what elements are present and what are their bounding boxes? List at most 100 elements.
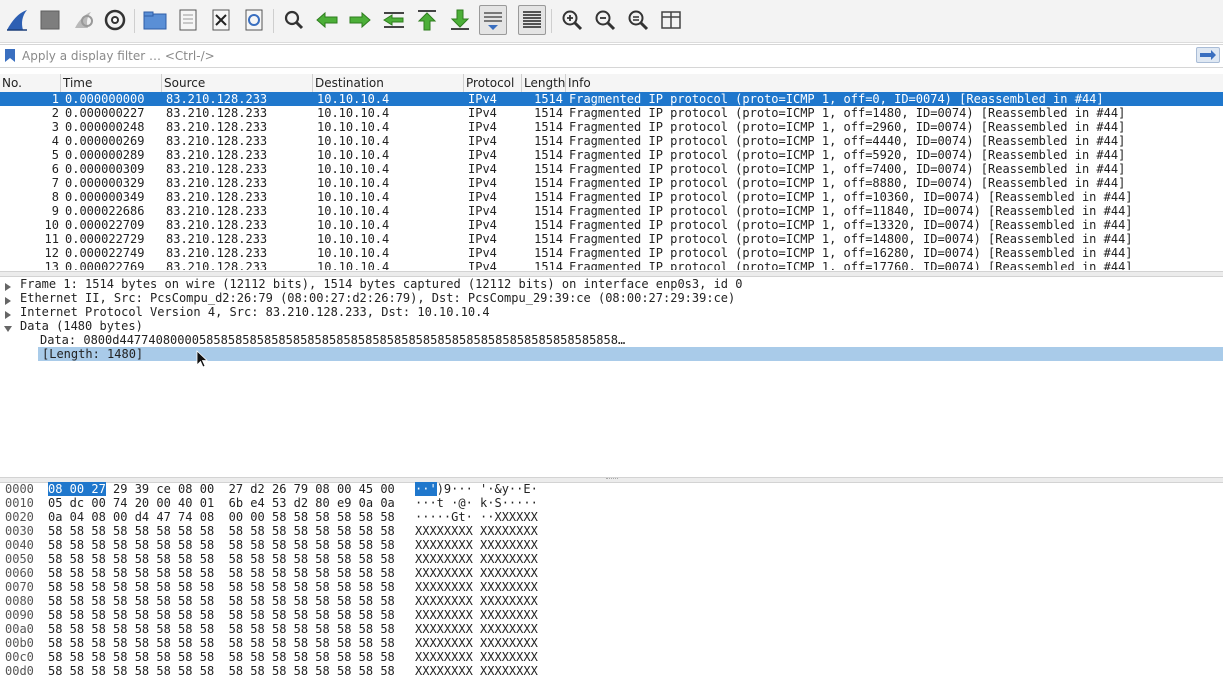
hex-ascii[interactable]: XXXXXXXX XXXXXXXX [415, 524, 538, 538]
column-header-source[interactable]: Source [162, 74, 313, 92]
column-header-destination[interactable]: Destination [313, 74, 464, 92]
hex-ascii[interactable]: XXXXXXXX XXXXXXXX [415, 650, 538, 664]
hex-bytes[interactable]: 58 58 58 58 58 58 58 58 58 58 58 58 58 5… [48, 664, 395, 678]
hex-ascii[interactable]: ·····Gt· ··XXXXXX [415, 510, 538, 524]
packet-row[interactable]: 3 0.000000248 83.210.128.233 10.10.10.4 IPv4… [0, 120, 1223, 134]
packet-cell-len: 1514 [534, 162, 563, 176]
collapsed-arrow-icon[interactable] [4, 280, 12, 291]
hex-bytes[interactable]: 58 58 58 58 58 58 58 58 58 58 58 58 58 5… [48, 608, 395, 622]
colorize-icon[interactable] [518, 5, 546, 35]
hex-ascii[interactable]: XXXXXXXX XXXXXXXX [415, 566, 538, 580]
hex-bytes[interactable]: 0a 04 08 00 d4 47 74 08 00 00 58 58 58 5… [48, 510, 395, 524]
hex-bytes[interactable]: 58 58 58 58 58 58 58 58 58 58 58 58 58 5… [48, 622, 395, 636]
apply-filter-button[interactable] [1196, 47, 1220, 63]
hex-ascii[interactable]: XXXXXXXX XXXXXXXX [415, 594, 538, 608]
find-packet-icon[interactable] [280, 5, 308, 35]
hex-bytes[interactable]: 58 58 58 58 58 58 58 58 58 58 58 58 58 5… [48, 650, 395, 664]
packet-list[interactable]: 1 0.000000000 83.210.128.233 10.10.10.4 IPv4… [0, 92, 1223, 270]
close-file-icon[interactable] [207, 5, 235, 35]
hex-offset: 0000 [5, 482, 34, 496]
packet-row[interactable]: 13 0.000022769 83.210.128.233 10.10.10.4 IPv… [0, 260, 1223, 270]
toolbar-separator [551, 9, 552, 33]
restart-icon[interactable] [69, 5, 97, 35]
hex-bytes[interactable]: 58 58 58 58 58 58 58 58 58 58 58 58 58 5… [48, 566, 395, 580]
display-filter-input[interactable] [22, 45, 1192, 67]
go-back-icon[interactable] [313, 5, 341, 35]
column-header-protocol[interactable]: Protocol [464, 74, 522, 92]
column-header-length[interactable]: Length [522, 74, 566, 92]
packet-cell-src: 83.210.128.233 [166, 120, 268, 134]
hex-ascii[interactable]: ··')9··· '·&y··E· [415, 482, 538, 496]
detail-row[interactable]: Data: 0800d44774080000585858585858585858… [0, 333, 1223, 347]
go-first-icon[interactable] [413, 5, 441, 35]
column-header-no[interactable]: No. [0, 74, 61, 92]
hex-bytes[interactable]: 58 58 58 58 58 58 58 58 58 58 58 58 58 5… [48, 594, 395, 608]
go-forward-icon[interactable] [346, 5, 374, 35]
hex-bytes[interactable]: 58 58 58 58 58 58 58 58 58 58 58 58 58 5… [48, 580, 395, 594]
stop-icon[interactable] [36, 5, 64, 35]
column-header-info[interactable]: Info [566, 74, 1223, 92]
detail-row[interactable]: Ethernet II, Src: PcsCompu_d2:26:79 (08:… [0, 291, 1223, 305]
hex-ascii[interactable]: XXXXXXXX XXXXXXXX [415, 608, 538, 622]
hex-bytes[interactable]: 58 58 58 58 58 58 58 58 58 58 58 58 58 5… [48, 552, 395, 566]
packet-cell-len: 1514 [534, 260, 563, 270]
packet-row[interactable]: 12 0.000022749 83.210.128.233 10.10.10.4 IPv… [0, 246, 1223, 260]
column-header-time[interactable]: Time [61, 74, 162, 92]
collapsed-arrow-icon[interactable] [4, 308, 12, 319]
packet-row[interactable]: 8 0.000000349 83.210.128.233 10.10.10.4 IPv4… [0, 190, 1223, 204]
hex-ascii[interactable]: XXXXXXXX XXXXXXXX [415, 580, 538, 594]
packet-row[interactable]: 6 0.000000309 83.210.128.233 10.10.10.4 IPv4… [0, 162, 1223, 176]
open-folder-icon[interactable] [141, 5, 169, 35]
detail-row[interactable]: [Length: 1480] [0, 347, 1223, 361]
hex-ascii[interactable]: ···t ·@· k·S····· [415, 496, 538, 510]
packet-cell-time: 0.000022749 [65, 246, 145, 260]
hex-bytes[interactable]: 58 58 58 58 58 58 58 58 58 58 58 58 58 5… [48, 524, 395, 538]
packet-cell-src: 83.210.128.233 [166, 232, 268, 246]
zoom-in-icon[interactable] [558, 5, 586, 35]
resize-columns-icon[interactable] [657, 5, 685, 35]
packet-cell-time: 0.000000309 [65, 162, 145, 176]
hex-ascii[interactable]: XXXXXXXX XXXXXXXX [415, 538, 538, 552]
packet-row[interactable]: 4 0.000000269 83.210.128.233 10.10.10.4 IPv4… [0, 134, 1223, 148]
packet-row[interactable]: 2 0.000000227 83.210.128.233 10.10.10.4 IPv4… [0, 106, 1223, 120]
packet-cell-dst: 10.10.10.4 [317, 92, 390, 106]
hex-bytes[interactable]: 58 58 58 58 58 58 58 58 58 58 58 58 58 5… [48, 538, 395, 552]
autoscroll-icon[interactable] [479, 5, 507, 35]
packet-cell-proto: IPv4 [468, 176, 497, 190]
reload-icon[interactable] [240, 5, 268, 35]
hex-ascii[interactable]: XXXXXXXX XXXXXXXX [415, 636, 538, 650]
shark-fin-icon[interactable] [3, 5, 31, 35]
expanded-arrow-icon[interactable] [4, 322, 12, 332]
go-to-packet-icon[interactable] [380, 5, 408, 35]
hex-ascii[interactable]: XXXXXXXX XXXXXXXX [415, 664, 538, 678]
hex-ascii[interactable]: XXXXXXXX XXXXXXXX [415, 552, 538, 566]
zoom-normal-icon[interactable] [624, 5, 652, 35]
zoom-out-icon[interactable] [591, 5, 619, 35]
hex-bytes[interactable]: 08 00 27 29 39 ce 08 00 27 d2 26 79 08 0… [48, 482, 395, 496]
collapsed-arrow-icon[interactable] [4, 294, 12, 305]
hex-bytes[interactable]: 58 58 58 58 58 58 58 58 58 58 58 58 58 5… [48, 636, 395, 650]
packet-row[interactable]: 5 0.000000289 83.210.128.233 10.10.10.4 IPv4… [0, 148, 1223, 162]
detail-row[interactable]: Frame 1: 1514 bytes on wire (12112 bits)… [0, 277, 1223, 291]
packet-row[interactable]: 7 0.000000329 83.210.128.233 10.10.10.4 IPv4… [0, 176, 1223, 190]
hex-bytes[interactable]: 05 dc 00 74 20 00 40 01 6b e4 53 d2 80 e… [48, 496, 395, 510]
mouse-cursor-icon [196, 350, 209, 368]
hex-offset: 0050 [5, 552, 34, 566]
save-file-icon[interactable] [174, 5, 202, 35]
packet-row[interactable]: 1 0.000000000 83.210.128.233 10.10.10.4 IPv4… [0, 92, 1223, 106]
packet-bytes-pane[interactable]: 0000 08 00 27 29 39 ce 08 00 27 d2 26 79 … [0, 482, 1223, 682]
packet-row[interactable]: 9 0.000022686 83.210.128.233 10.10.10.4 IPv4… [0, 204, 1223, 218]
packet-row[interactable]: 10 0.000022709 83.210.128.233 10.10.10.4 IPv… [0, 218, 1223, 232]
detail-row[interactable]: Data (1480 bytes) [0, 319, 1223, 333]
go-last-icon[interactable] [446, 5, 474, 35]
options-gear-icon[interactable] [101, 5, 129, 35]
hex-ascii[interactable]: XXXXXXXX XXXXXXXX [415, 622, 538, 636]
packet-cell-time: 0.000000349 [65, 190, 145, 204]
detail-row[interactable]: Internet Protocol Version 4, Src: 83.210… [0, 305, 1223, 319]
packet-details-pane[interactable]: Frame 1: 1514 bytes on wire (12112 bits)… [0, 276, 1223, 476]
packet-row[interactable]: 11 0.000022729 83.210.128.233 10.10.10.4 IPv… [0, 232, 1223, 246]
arrow-right-icon [1200, 50, 1216, 60]
packet-cell-dst: 10.10.10.4 [317, 246, 390, 260]
packet-list-header: No. Time Source Destination Protocol Len… [0, 74, 1223, 93]
bookmark-icon[interactable] [4, 48, 16, 63]
